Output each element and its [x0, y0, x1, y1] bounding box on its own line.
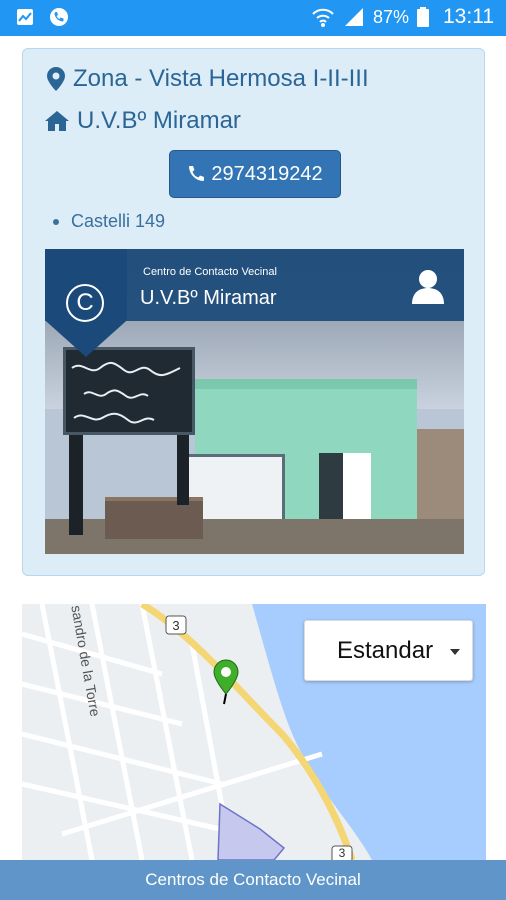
call-phone-button[interactable]: 2974319242: [169, 150, 341, 198]
map-marker-icon: [47, 67, 65, 91]
status-bar-left: [14, 6, 70, 28]
zone-label: Zona - Vista Hermosa I-II-III: [73, 65, 369, 92]
map-type-select[interactable]: Estandar: [304, 620, 473, 681]
clock: 13:11: [443, 5, 494, 28]
bullet: [53, 218, 59, 225]
logo-icon: C: [66, 284, 104, 322]
photo-wall: [417, 429, 464, 529]
route-badge-top: 3: [172, 618, 180, 633]
uvb-label: U.V.Bº Miramar: [77, 107, 241, 134]
gallery-icon: [14, 6, 36, 28]
overlay-title: U.V.Bº Miramar: [140, 287, 277, 309]
battery-icon: [417, 7, 429, 27]
wifi-icon: [312, 8, 334, 27]
contact-center-card: Zona - Vista Hermosa I-II-III U.V.Bº Mir…: [22, 48, 485, 576]
center-photo: Centro de Contacto Vecinal U.V.Bº Mirama…: [45, 249, 464, 554]
footer-label: Centros de Contacto Vecinal: [145, 870, 361, 889]
zone-row: Zona - Vista Hermosa I-II-III: [47, 65, 369, 93]
photo-sign-post-2: [177, 435, 189, 505]
footer-bar: Centros de Contacto Vecinal: [0, 860, 506, 900]
battery-percent: 87%: [372, 6, 409, 27]
status-bar: 87% 13:11: [0, 0, 506, 36]
address-item: Castelli 149: [53, 211, 165, 232]
overlay-subtitle: Centro de Contacto Vecinal: [143, 266, 277, 278]
phone-icon: [189, 166, 205, 181]
phone-number: 2974319242: [211, 162, 323, 185]
photo-sign: [63, 347, 195, 435]
status-bar-right: 87% 13:11: [311, 5, 494, 29]
chevron-down-icon: [450, 649, 460, 655]
phone-call-icon: [48, 6, 70, 28]
user-icon: [412, 270, 444, 304]
address-text: Castelli 149: [71, 211, 166, 231]
home-icon: [45, 111, 69, 131]
uvb-row: U.V.Bº Miramar: [45, 107, 241, 135]
map-type-value: Estandar: [337, 636, 434, 664]
signal-icon: [344, 8, 363, 26]
map-view[interactable]: 3 3 sandro de la Torre Estandar: [22, 604, 486, 860]
route-badge-bottom: 3: [338, 846, 346, 860]
photo-door: [319, 453, 371, 529]
photo-sign-post: [69, 435, 83, 535]
